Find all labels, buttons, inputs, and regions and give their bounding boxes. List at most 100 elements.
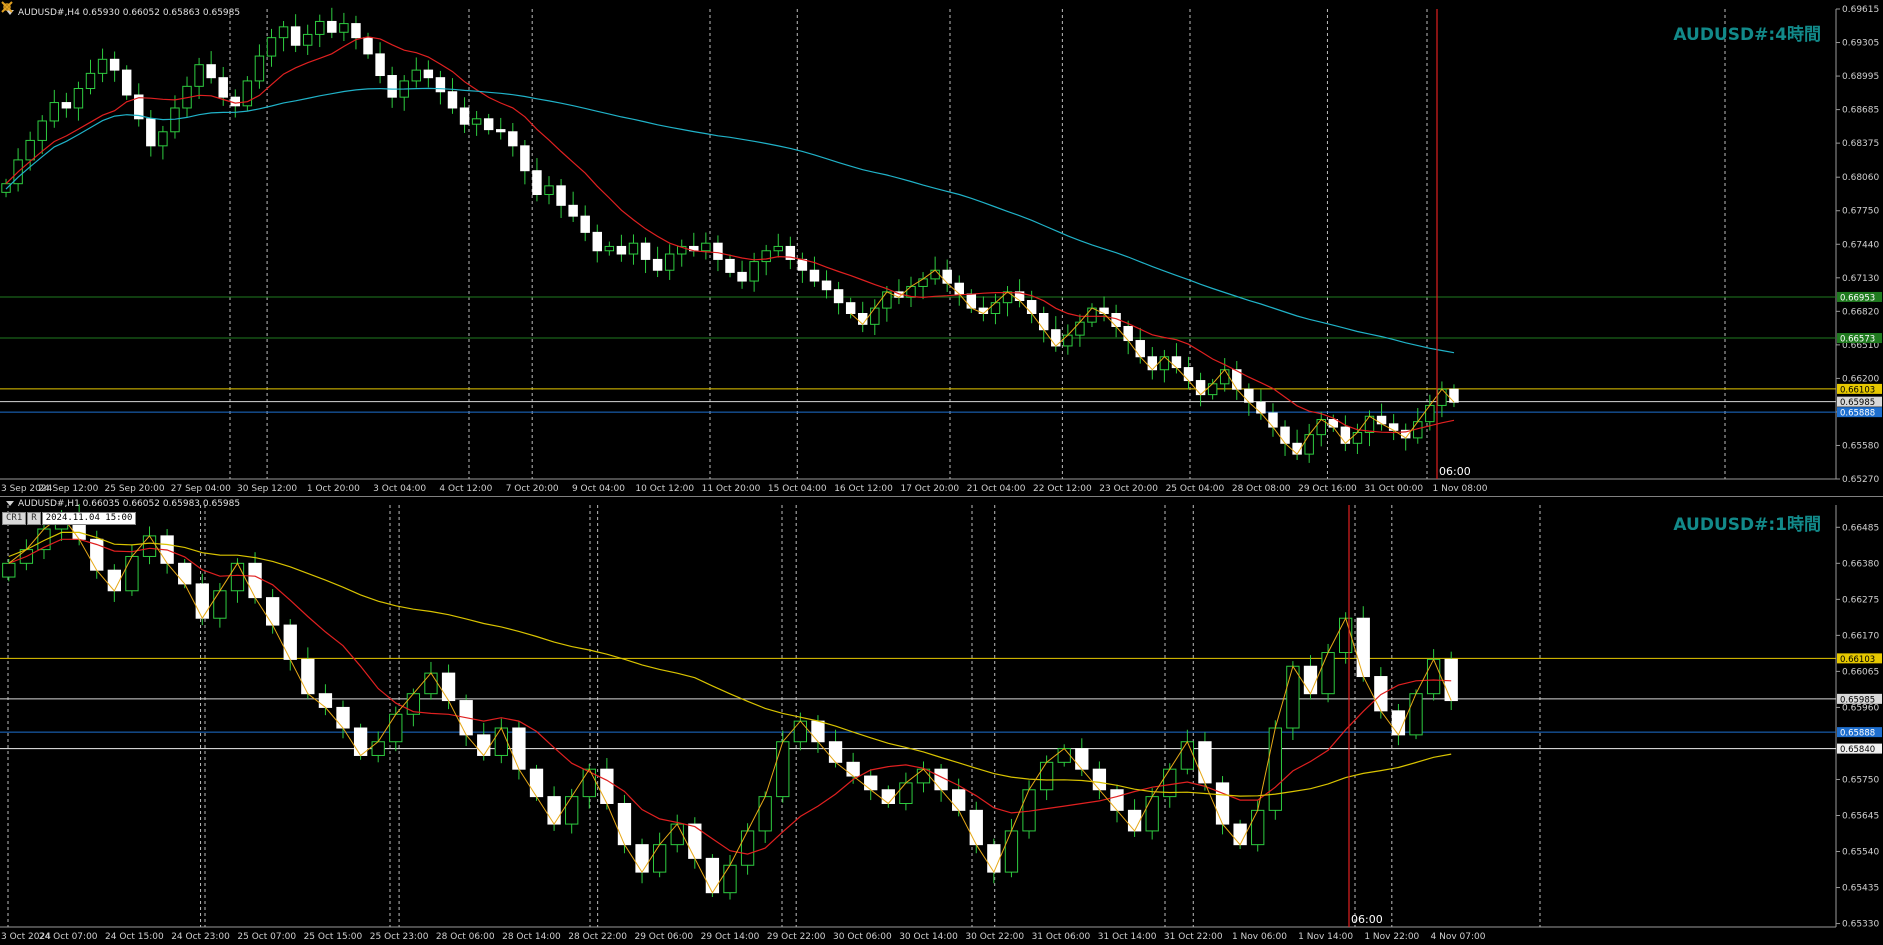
candle-body — [25, 139, 35, 161]
candle-body — [821, 280, 832, 291]
candle-body — [1374, 676, 1388, 712]
candle-body — [740, 830, 755, 866]
candle-body — [107, 569, 121, 592]
time-tick-label: 9 Oct 04:00 — [572, 484, 625, 494]
price-tick-label: 0.68060 — [1842, 173, 1879, 183]
time-tick-label: 29 Oct 14:00 — [701, 932, 760, 942]
time-tick-label: 15 Oct 04:00 — [768, 484, 827, 494]
candle-body — [1425, 404, 1435, 423]
candle-body — [1376, 415, 1387, 425]
h4-chart-canvas[interactable]: 3 Sep 202424 Sep 12:00 25 Sep 20:00 27 Sep… — [0, 0, 1883, 496]
candle-body — [881, 789, 895, 804]
candle-body — [1, 183, 11, 193]
time-tick-label: 1 Nov 06:00 — [1232, 932, 1287, 942]
candle-body — [375, 53, 385, 77]
candle-body — [556, 185, 566, 206]
price-tick-label: 0.65540 — [1842, 848, 1879, 858]
candle-body — [966, 293, 977, 309]
candle-body — [477, 734, 491, 756]
candle-body — [1286, 665, 1300, 729]
candle-body — [592, 231, 602, 252]
time-tick-label: 16 Oct 12:00 — [834, 484, 893, 494]
candle-body — [1256, 401, 1266, 414]
time-tick-label: 30 Oct 14:00 — [899, 932, 958, 942]
candle-body — [568, 204, 578, 217]
level-badge-label: 0.66953 — [1840, 293, 1875, 303]
session-vline-label: 06:00 — [1351, 913, 1383, 926]
time-tick-label: 29 Oct 06:00 — [634, 932, 693, 942]
candle-body — [218, 77, 228, 98]
candle-body — [1233, 823, 1247, 846]
chart-pane-h4[interactable]: 3 Sep 2024 24 Sep 12:00 25 Sep 20:00 27 Sep… — [0, 0, 1883, 496]
time-tick-label: 23 Oct 20:00 — [1099, 484, 1158, 494]
candle-body — [811, 720, 825, 743]
candle-body — [37, 528, 51, 551]
candle-body — [194, 64, 204, 87]
price-tick-label: 0.68995 — [1842, 72, 1879, 82]
time-tick-label: 4 Nov 07:00 — [1431, 932, 1486, 942]
candle-body — [916, 768, 931, 784]
candle-body — [315, 20, 325, 35]
plot-area — [0, 505, 1836, 927]
candle-body — [1388, 423, 1399, 431]
price-tick-label: 0.66275 — [1842, 595, 1879, 605]
candle-body — [339, 23, 349, 33]
candle-body — [387, 75, 397, 98]
cursor-readout: CR1 R 2024.11.04 15:00 — [2, 512, 137, 525]
candle-body — [508, 131, 518, 147]
candle-body — [761, 250, 771, 263]
candle-body — [1075, 748, 1089, 770]
candle-body — [899, 782, 913, 804]
candle-body — [918, 278, 928, 287]
candle-body — [1339, 617, 1353, 654]
candle-body — [121, 69, 132, 96]
candle-body — [73, 88, 84, 109]
time-tick-label: 7 Oct 20:00 — [506, 484, 559, 494]
candle-body — [547, 796, 561, 825]
candle-body — [146, 118, 156, 147]
candle-body — [61, 102, 72, 109]
price-tick-label: 0.65750 — [1842, 775, 1879, 785]
time-tick-label: 27 Sep 04:00 — [171, 484, 231, 494]
candle-body — [302, 33, 313, 46]
h1-chart-canvas[interactable]: 3 Oct 202424 Oct 07:00 24 Oct 15:00 24 Oct… — [0, 497, 1883, 945]
time-tick-label: 29 Oct 16:00 — [1298, 484, 1357, 494]
price-tick-label: 0.66485 — [1842, 523, 1879, 533]
candle-body — [496, 129, 506, 133]
level-badge-label: 0.65888 — [1840, 729, 1875, 739]
price-tick-label: 0.65330 — [1842, 920, 1879, 930]
time-tick-label: 1 Nov 22:00 — [1364, 932, 1419, 942]
candle-body — [1391, 710, 1406, 736]
price-tick-label: 0.65435 — [1842, 884, 1879, 894]
price-tick-label: 0.68375 — [1842, 139, 1879, 149]
candle-body — [1038, 312, 1049, 331]
time-tick-label: 1 Nov 08:00 — [1433, 484, 1488, 494]
candle-body — [423, 69, 434, 79]
candle-body — [1123, 325, 1133, 342]
time-tick-label: 29 Oct 22:00 — [767, 932, 826, 942]
candle-body — [85, 72, 96, 90]
candle-body — [158, 131, 168, 147]
candle-body — [1026, 300, 1037, 314]
candle-body — [809, 269, 820, 282]
chart-pane-h1[interactable]: 3 Oct 2024 24 Oct 07:00 24 Oct 15:00 24 Oct… — [0, 497, 1883, 945]
r-button[interactable]: R — [27, 512, 41, 525]
candle-body — [635, 844, 649, 873]
crosshair-tool-icon[interactable] — [0, 0, 14, 14]
time-tick-label: 30 Oct 06:00 — [833, 932, 892, 942]
candle-body — [2, 562, 16, 578]
candle-body — [544, 185, 554, 196]
time-tick-label: 22 Oct 12:00 — [1033, 484, 1092, 494]
candle-body — [705, 857, 720, 894]
cr1-button[interactable]: CR1 — [2, 512, 27, 525]
price-tick-label: 0.66200 — [1842, 374, 1879, 384]
collapse-triangle-icon[interactable] — [6, 501, 14, 506]
time-tick-label: 28 Oct 06:00 — [436, 932, 495, 942]
candle-body — [1207, 383, 1218, 396]
price-tick-label: 0.68685 — [1842, 106, 1879, 116]
candle-body — [565, 796, 579, 825]
candle-body — [532, 170, 542, 196]
cursor-time: 2024.11.04 15:00 — [41, 512, 137, 525]
candle-body — [109, 58, 120, 71]
candle-body — [1135, 340, 1145, 358]
